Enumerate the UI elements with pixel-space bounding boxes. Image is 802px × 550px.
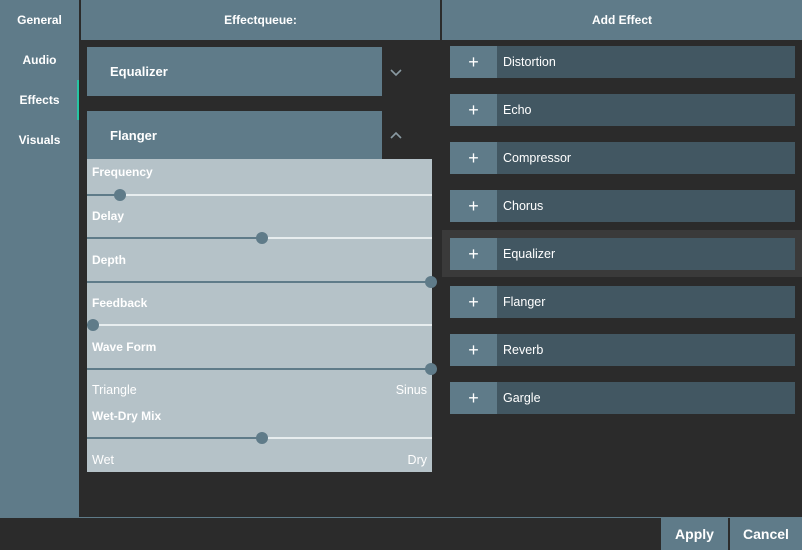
add-equalizer-button[interactable]: + [450,238,497,270]
waveform-slider[interactable] [87,363,437,375]
effect-name: Compressor [497,142,795,174]
chevron-up-icon[interactable] [388,128,404,144]
effect-name: Flanger [497,286,795,318]
add-echo-button[interactable]: + [450,94,497,126]
wetdry-max-label: Dry [407,453,427,467]
add-chorus-button[interactable]: + [450,190,497,222]
add-effect-row-reverb: + Reverb [450,334,795,366]
delay-label: Delay [92,209,125,223]
slider-thumb[interactable] [256,432,268,444]
chevron-down-icon[interactable] [388,64,404,80]
add-effect-header: Add Effect [442,0,802,40]
sidebar-item-visuals[interactable]: Visuals [0,120,79,160]
slider-thumb[interactable] [425,363,437,375]
depth-slider[interactable] [87,276,437,288]
wetdry-label: Wet-Dry Mix [92,409,162,423]
wetdry-min-label: Wet [92,453,114,467]
queue-item-label: Equalizer [110,64,168,79]
effect-name: Distortion [497,46,795,78]
feedback-label: Feedback [92,296,148,310]
slider-thumb[interactable] [256,232,268,244]
effect-queue-header: Effectqueue: [81,0,440,40]
waveform-min-label: Triangle [92,383,137,397]
add-gargle-button[interactable]: + [450,382,497,414]
slider-thumb[interactable] [114,189,127,201]
add-effect-row-chorus: + Chorus [450,190,795,222]
feedback-slider[interactable] [87,319,432,331]
effect-name: Gargle [497,382,795,414]
effect-name: Reverb [497,334,795,366]
add-effect-row-compressor: + Compressor [450,142,795,174]
queue-item-label: Flanger [110,128,157,143]
apply-button[interactable]: Apply [661,518,728,550]
flanger-settings-panel: Frequency Delay Depth Feedback Wave Form… [87,159,437,472]
depth-label: Depth [92,253,126,267]
add-effect-row-gargle: + Gargle [450,382,795,414]
waveform-label: Wave Form [92,340,157,354]
add-effect-row-echo: + Echo [450,94,795,126]
queue-item-flanger[interactable]: Flanger [87,111,382,160]
delay-slider[interactable] [87,232,432,244]
frequency-slider[interactable] [87,189,432,201]
add-distortion-button[interactable]: + [450,46,497,78]
cancel-button[interactable]: Cancel [730,518,802,550]
queue-item-equalizer[interactable]: Equalizer [87,47,382,96]
add-effect-row-flanger: + Flanger [450,286,795,318]
add-reverb-button[interactable]: + [450,334,497,366]
frequency-label: Frequency [92,165,153,179]
add-compressor-button[interactable]: + [450,142,497,174]
add-effect-row-distortion: + Distortion [450,46,795,78]
add-effect-row-equalizer: + Equalizer [450,238,795,270]
sidebar-item-audio[interactable]: Audio [0,40,79,80]
sidebar-item-effects[interactable]: Effects [0,80,79,120]
effect-name: Chorus [497,190,795,222]
settings-sidebar: General Audio Effects Visuals [0,0,79,517]
slider-thumb[interactable] [425,276,437,288]
slider-thumb[interactable] [87,319,99,331]
waveform-max-label: Sinus [395,383,427,397]
effect-name: Echo [497,94,795,126]
wetdry-slider[interactable] [87,432,432,444]
effect-name: Equalizer [497,238,795,270]
sidebar-item-general[interactable]: General [0,0,79,40]
add-flanger-button[interactable]: + [450,286,497,318]
